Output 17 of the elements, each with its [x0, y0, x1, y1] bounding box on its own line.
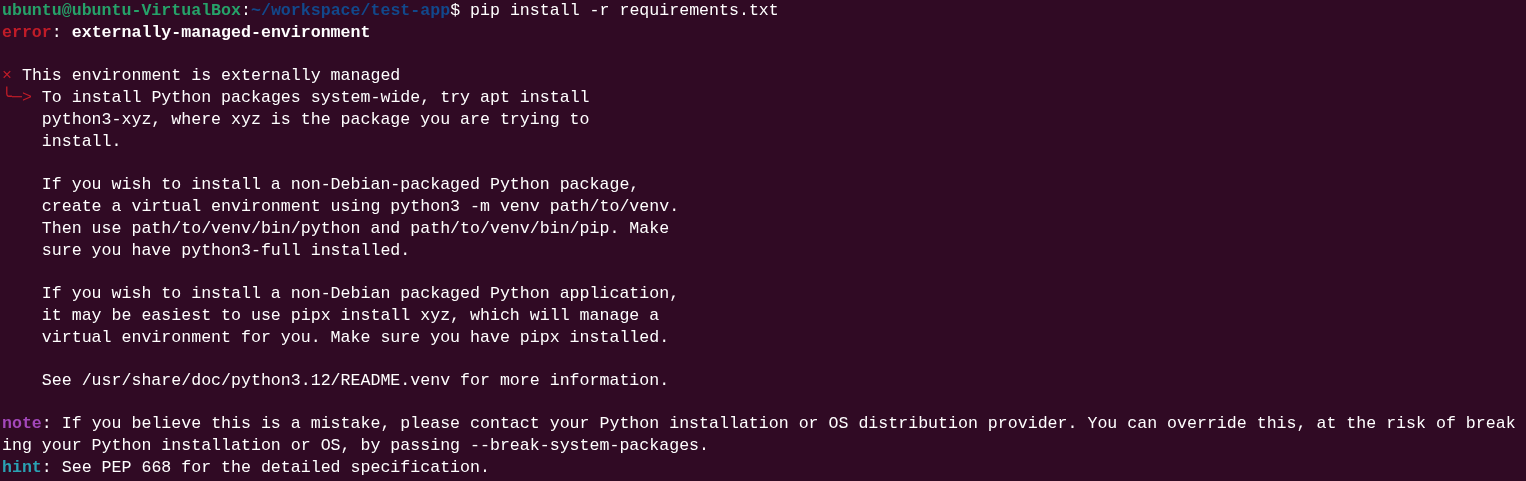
- terminal-line: note: If you believe this is a mistake, please contact your Python installation or OS distribution provider. You can override this, at the risk of break: [2, 413, 1516, 435]
- terminal-line: hint: See PEP 668 for the detailed specification.: [2, 457, 490, 479]
- terminal-line: it may be easiest to use pipx install xyz, which will manage a: [40, 305, 660, 327]
- terminal-line: ubuntu@ubuntu-VirtualBox:~/workspace/test-app$ pip install -r requirements.txt: [2, 0, 779, 22]
- terminal-line: install.: [40, 131, 122, 153]
- terminal-line: virtual environment for you. Make sure you have pipx installed.: [40, 327, 670, 349]
- terminal-line: If you wish to install a non-Debian packaged Python application,: [40, 283, 680, 305]
- terminal-line: sure you have python3-full installed.: [40, 240, 411, 262]
- terminal-line: error: externally-managed-environment: [2, 22, 371, 44]
- terminal-line: ╰─> To install Python packages system-wide, try apt install: [2, 87, 590, 109]
- terminal-line: See /usr/share/doc/python3.12/README.venv for more information.: [40, 370, 670, 392]
- terminal-line: ing your Python installation or OS, by passing --break-system-packages.: [2, 435, 709, 457]
- terminal-line: If you wish to install a non-Debian-packaged Python package,: [40, 174, 640, 196]
- terminal-line: create a virtual environment using python3 -m venv path/to/venv.: [40, 196, 680, 218]
- terminal-line: × This environment is externally managed: [2, 65, 401, 86]
- terminal-line: Then use path/to/venv/bin/python and path/to/venv/bin/pip. Make: [40, 218, 670, 240]
- terminal-line: python3-xyz, where xyz is the package you are trying to: [40, 109, 590, 131]
